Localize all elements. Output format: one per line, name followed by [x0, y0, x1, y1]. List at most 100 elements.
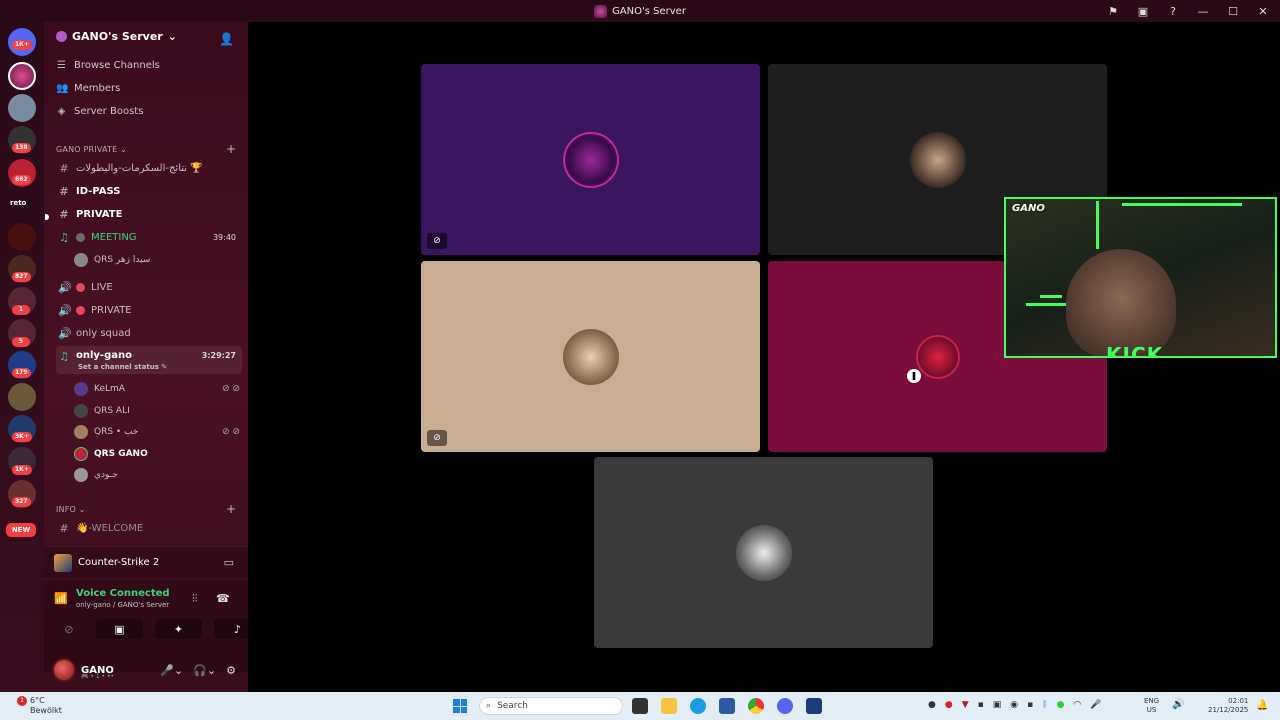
noise-suppression-icon[interactable]: ⫶⫶: [192, 592, 198, 606]
video-tile[interactable]: ⊘: [421, 261, 760, 452]
server-badge: 1K+: [12, 465, 32, 475]
video-tile[interactable]: ⊘: [421, 64, 760, 255]
voice-user[interactable]: QRS ALI: [74, 404, 240, 418]
category-gano-private[interactable]: GANO PRIVATE ⌄: [56, 145, 127, 154]
volume-icon[interactable]: 🔊: [1172, 699, 1184, 710]
share-screen-button[interactable]: ▣: [96, 619, 143, 639]
discord-icon[interactable]: [777, 698, 793, 714]
headphones-icon[interactable]: 🎧⌄: [193, 664, 216, 677]
search-placeholder: Search: [497, 701, 528, 711]
server-boosts[interactable]: ◈ Server Boosts: [56, 106, 144, 117]
avatar: [74, 425, 88, 439]
hash-icon: #: [59, 207, 69, 221]
stream-overlay: GANO KICK: [1004, 197, 1277, 358]
cs2-icon[interactable]: [806, 698, 822, 714]
channel-status[interactable]: Set a channel status ✎: [78, 363, 167, 371]
disconnect-icon[interactable]: ☎: [216, 592, 230, 605]
maximize-button[interactable]: ☐: [1226, 5, 1240, 18]
voice-user[interactable]: QRS سيدا زهر: [74, 253, 240, 267]
notification-icon[interactable]: 🔔: [1256, 700, 1268, 711]
browse-channels[interactable]: ☰ Browse Channels: [56, 60, 160, 71]
channel-live[interactable]: 🔊 LIVE: [56, 277, 242, 297]
tray-icon[interactable]: ▪: [1027, 700, 1033, 710]
category-info[interactable]: INFO ⌄: [56, 505, 86, 514]
channel-private-text[interactable]: # PRIVATE: [56, 204, 242, 224]
new-badge[interactable]: NEW: [6, 523, 36, 537]
help-icon[interactable]: ?: [1166, 5, 1180, 18]
avatar: [562, 131, 619, 188]
stream-icon[interactable]: ▭: [224, 556, 234, 569]
server-icon-10[interactable]: [8, 383, 36, 411]
kick-logo: KICK: [1106, 343, 1164, 358]
hash-icon: #: [59, 184, 69, 198]
channel-private-voice[interactable]: 🔊 PRIVATE: [56, 300, 242, 320]
clock[interactable]: 02:01 21/12/2025: [1208, 697, 1248, 715]
bluetooth-icon[interactable]: ᛒ: [1042, 700, 1047, 710]
minimize-button[interactable]: —: [1196, 5, 1210, 18]
members[interactable]: 👥 Members: [56, 83, 120, 94]
chrome-icon[interactable]: [748, 698, 764, 714]
server-icon: [594, 4, 608, 18]
channel-results[interactable]: # نتائج-السكرمات-والبطولات 🏆: [56, 158, 242, 178]
screen-icon[interactable]: ▣: [1136, 5, 1150, 18]
steam-icon[interactable]: ◉: [1010, 700, 1018, 710]
user-name: QRS GANO: [94, 449, 148, 459]
nav-label: Members: [74, 83, 121, 94]
voice-channel[interactable]: only-gano / GANO's Server: [76, 601, 169, 609]
add-channel-icon[interactable]: +: [226, 142, 236, 156]
microphone-icon[interactable]: 🎤⌄: [160, 664, 183, 677]
server-icon-5[interactable]: [8, 223, 36, 251]
video-tile[interactable]: [594, 457, 933, 648]
user-controls: 🎤⌄ 🎧⌄ ⚙: [160, 664, 236, 677]
add-channel-icon[interactable]: +: [226, 502, 236, 516]
channel-id-pass[interactable]: # ID-PASS: [56, 181, 242, 201]
unread-indicator: [45, 214, 49, 220]
edge-icon[interactable]: [690, 698, 706, 714]
time: 02:01: [1228, 697, 1249, 705]
voice-user[interactable]: جـودي: [74, 468, 240, 482]
task-view-icon[interactable]: [632, 698, 648, 714]
channel-label: PRIVATE: [76, 208, 123, 220]
close-button[interactable]: ✕: [1256, 5, 1270, 18]
user-panel: GANO 🎮 • 1 • •• 🎤⌄ 🎧⌄ ⚙: [44, 652, 248, 688]
wifi-icon[interactable]: ◠: [1074, 700, 1082, 710]
tray-icon[interactable]: ●: [1057, 700, 1065, 710]
camera-off-button[interactable]: ⊘: [54, 619, 84, 639]
voice-status[interactable]: Voice Connected: [76, 588, 170, 599]
tray-icon[interactable]: ●: [945, 700, 953, 710]
store-icon[interactable]: [719, 698, 735, 714]
weather-widget[interactable]: 6°C Bewölkt: [30, 696, 62, 716]
reto-label[interactable]: reto: [10, 199, 26, 207]
start-icon[interactable]: [453, 699, 467, 713]
inbox-icon[interactable]: ⚑: [1106, 5, 1120, 18]
tray-icon[interactable]: ▣: [993, 700, 1002, 710]
server-icon-2[interactable]: [8, 94, 36, 122]
browse-icon: ☰: [57, 60, 66, 71]
tray-icon[interactable]: ▪: [978, 700, 984, 710]
system-tray: ● ● ▼ ▪ ▣ ◉ ▪ ᛒ ● ◠ 🎤: [928, 700, 1102, 710]
channel-welcome[interactable]: # 👋-WELCOME: [56, 518, 242, 538]
tray-icon[interactable]: ●: [928, 700, 936, 710]
taskbar-search[interactable]: ⌕ Search: [479, 697, 623, 715]
settings-icon[interactable]: ⚙: [226, 664, 236, 677]
channel-label: 👋-WELCOME: [76, 522, 144, 534]
server-name-header[interactable]: GANO's Server ⌄: [56, 30, 177, 43]
avatar[interactable]: [52, 658, 76, 682]
invite-icon[interactable]: 👤: [219, 32, 234, 46]
user-name: KeLmA: [94, 384, 125, 394]
channel-only-squad[interactable]: 🔊 only squad: [56, 323, 242, 343]
file-explorer-icon[interactable]: [661, 698, 677, 714]
language-indicator[interactable]: ENG US: [1144, 697, 1159, 715]
channel-meeting[interactable]: ♫ MEETING 39:40: [56, 227, 242, 247]
voice-user[interactable]: QRS GANO: [74, 447, 240, 461]
voice-user[interactable]: KeLmA ⊘ ⊘: [74, 382, 240, 396]
voice-user[interactable]: QRS • خب ⊘ ⊘: [74, 425, 240, 439]
activity-panel[interactable]: Counter-Strike 2 ▭: [44, 546, 248, 578]
tray-icon[interactable]: ▼: [962, 700, 969, 710]
server-gano-icon[interactable]: [8, 62, 36, 90]
channel-only-gano[interactable]: ♫ only-gano 3:29:27 Set a channel status…: [56, 346, 242, 374]
avatar: [74, 404, 88, 418]
activities-button[interactable]: ✦: [155, 619, 202, 639]
mic-icon[interactable]: 🎤: [1090, 700, 1101, 710]
channel-sidebar: GANO's Server ⌄ 👤 ☰ Browse Channels 👥 Me…: [44, 22, 261, 692]
